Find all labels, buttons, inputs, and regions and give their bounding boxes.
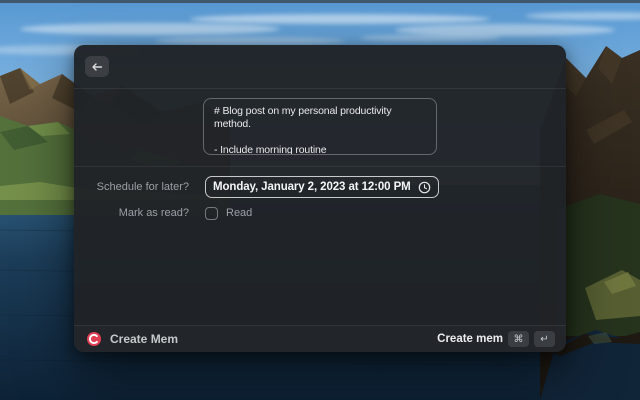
desktop: # Blog post on my personal productivity … [0, 0, 640, 400]
footer-app-label: Create Mem [110, 332, 178, 346]
create-mem-button[interactable]: Create mem [437, 333, 503, 345]
read-checkbox[interactable] [205, 207, 218, 220]
create-mem-dialog: # Blog post on my personal productivity … [74, 45, 566, 352]
mark-read-label: Mark as read? [74, 207, 189, 219]
note-section: # Blog post on my personal productivity … [74, 89, 566, 167]
dialog-footer: Create Mem Create mem ⌘ ↵ [74, 325, 566, 352]
command-keycap: ⌘ [508, 331, 529, 347]
form-section: Schedule for later? Monday, January 2, 2… [74, 167, 566, 325]
mark-read-row: Mark as read? Read [74, 206, 566, 220]
dialog-header [74, 45, 566, 89]
read-checkbox-label: Read [226, 207, 252, 219]
schedule-date-value: Monday, January 2, 2023 at 12:00 PM [213, 181, 411, 193]
back-button[interactable] [85, 56, 109, 77]
schedule-label: Schedule for later? [74, 181, 189, 193]
schedule-row: Schedule for later? Monday, January 2, 2… [74, 176, 566, 198]
mem-logo-icon [87, 332, 101, 346]
footer-actions: Create mem ⌘ ↵ [437, 331, 555, 347]
return-keycap: ↵ [534, 331, 555, 347]
arrow-left-icon [91, 62, 103, 72]
clock-icon[interactable] [418, 181, 431, 194]
note-input[interactable]: # Blog post on my personal productivity … [203, 98, 437, 155]
schedule-date-input[interactable]: Monday, January 2, 2023 at 12:00 PM [205, 176, 439, 198]
